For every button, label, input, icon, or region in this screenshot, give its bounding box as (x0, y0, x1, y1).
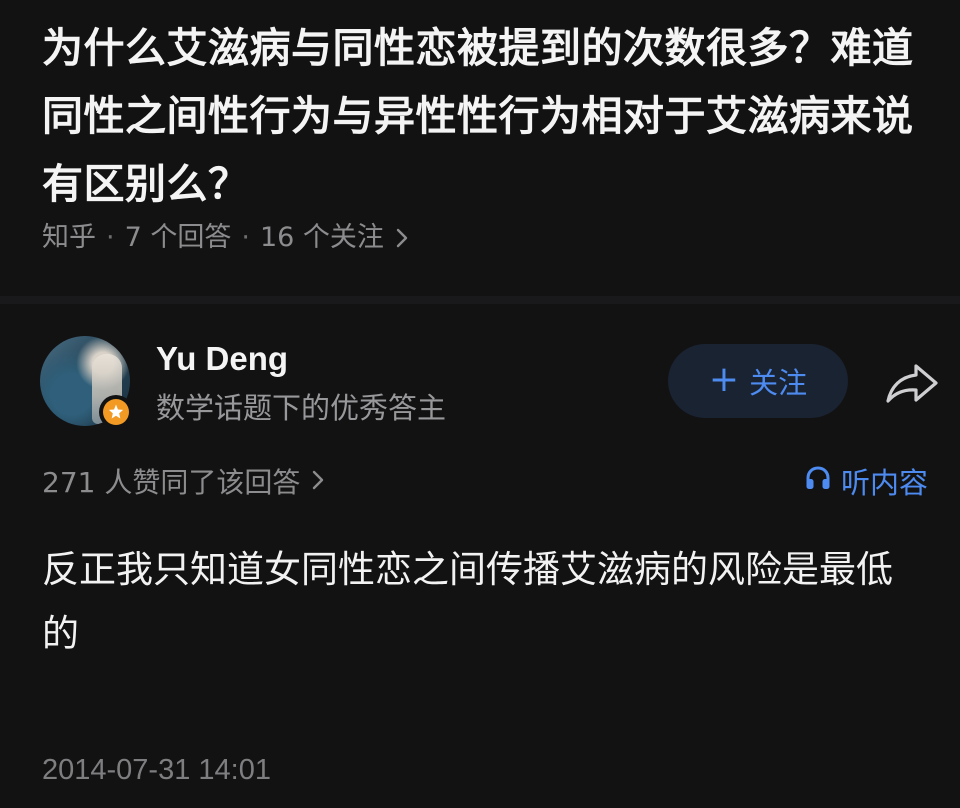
separator-dot: · (106, 222, 115, 253)
vote-count-label: 271 人赞同了该回答 (42, 466, 301, 499)
vote-count[interactable]: 271 人赞同了该回答 (42, 461, 326, 505)
follow-button[interactable]: + 关注 (668, 344, 848, 418)
followers-count: 16 个关注 (259, 222, 384, 253)
section-divider (0, 296, 960, 304)
answer-timestamp: 2014-07-31 14:01 (42, 754, 271, 786)
badge-star (103, 399, 129, 425)
question-meta[interactable]: 知乎 · 7 个回答 · 16 个关注 (42, 216, 410, 260)
share-arrow-icon[interactable] (880, 356, 944, 410)
listen-label: 听内容 (841, 466, 929, 500)
question-title[interactable]: 为什么艾滋病与同性恋被提到的次数很多？难道同性之间性行为与异性性行为相对于艾滋病… (42, 14, 922, 218)
author-description: 数学话题下的优秀答主 (156, 391, 447, 425)
source-label: 知乎 (42, 222, 96, 253)
follow-label: 关注 (749, 366, 808, 400)
chevron-right-icon (394, 226, 410, 250)
headphones-icon (803, 461, 833, 505)
separator-dot: · (241, 222, 250, 253)
listen-button[interactable]: 听内容 (803, 461, 928, 505)
author-name[interactable]: Yu Deng (156, 336, 288, 382)
plus-icon: + (708, 358, 740, 400)
answer-content: 反正我只知道女同性恋之间传播艾滋病的风险是最低的 (42, 548, 893, 655)
excellent-answerer-badge-icon (99, 395, 133, 429)
chevron-right-icon (310, 461, 326, 505)
answers-count: 7 个回答 (124, 222, 232, 253)
